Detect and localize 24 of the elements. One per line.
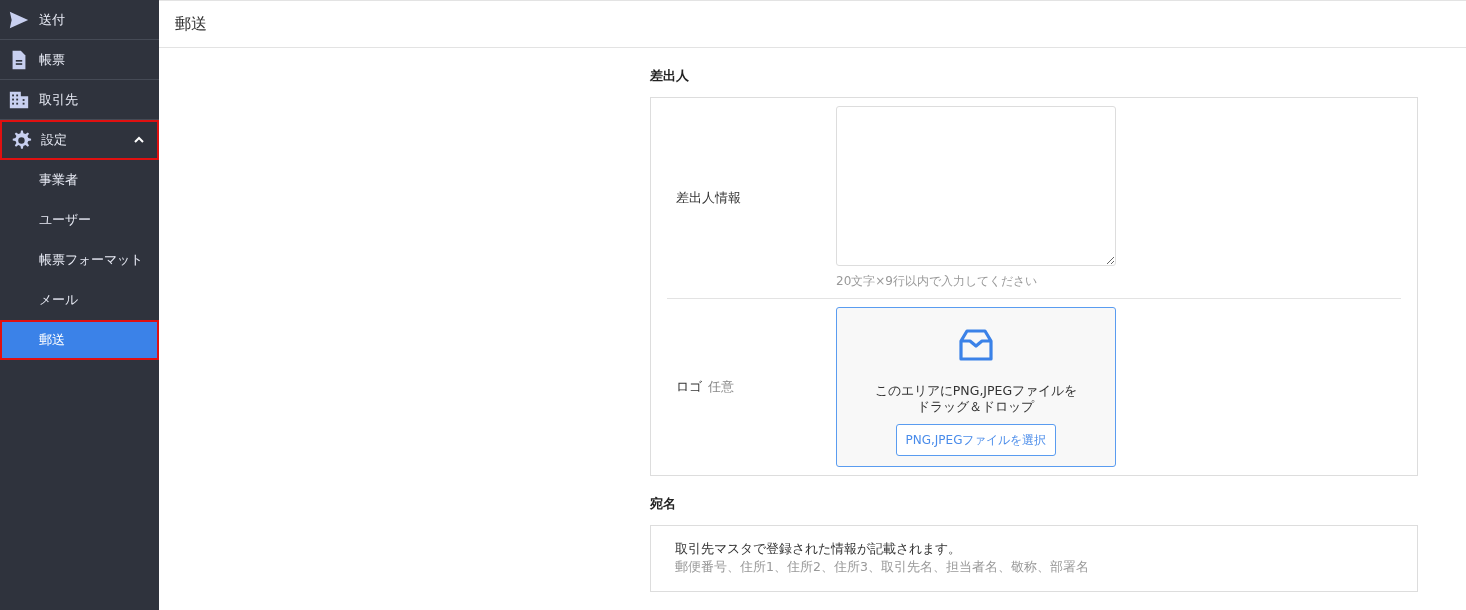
nav-subitem[interactable]: 帳票フォーマット <box>0 240 159 280</box>
nav-subitem[interactable]: メール <box>0 280 159 320</box>
section-title: 差出人 <box>650 67 690 85</box>
nav-subitem[interactable]: 郵送 <box>0 320 159 360</box>
gear-icon <box>10 129 32 151</box>
file-select-button[interactable]: PNG,JPEGファイルを選択 <box>895 424 1057 456</box>
nav-item[interactable]: 帳票 <box>0 40 159 80</box>
nav-item[interactable]: 取引先 <box>0 80 159 120</box>
field-list-text: 郵便番号、住所1、住所2、住所3、取引先名、担当者名、敬称、部署名 <box>675 559 1090 576</box>
note-text: 取引先マスタで登録された情報が記載されます。 <box>675 541 962 558</box>
nav-subitem[interactable]: 事業者 <box>0 160 159 200</box>
drop-zone[interactable]: このエリアにPNG,JPEGファイルを ドラッグ＆ドロップ PNG,JPEGファイルを選択 <box>836 307 1116 467</box>
nav-subitem[interactable]: ユーザー <box>0 200 159 240</box>
hint-text: 20文字×9行以内で入力してください <box>836 273 1038 290</box>
nav-item[interactable]: 送付 <box>0 0 159 40</box>
input-field[interactable] <box>836 106 1116 266</box>
inbox-tray-icon <box>958 327 994 363</box>
section-title: 宛名 <box>650 495 677 513</box>
drop-instructions: このエリアにPNG,JPEGファイルを ドラッグ＆ドロップ <box>874 383 1078 415</box>
optional-label: 任意 <box>708 378 734 396</box>
page-title: 郵送 <box>175 13 207 35</box>
field-label: ロゴ <box>676 378 702 396</box>
nav-item[interactable]: 設定 <box>0 120 159 160</box>
field-label: 差出人情報 <box>676 189 741 207</box>
